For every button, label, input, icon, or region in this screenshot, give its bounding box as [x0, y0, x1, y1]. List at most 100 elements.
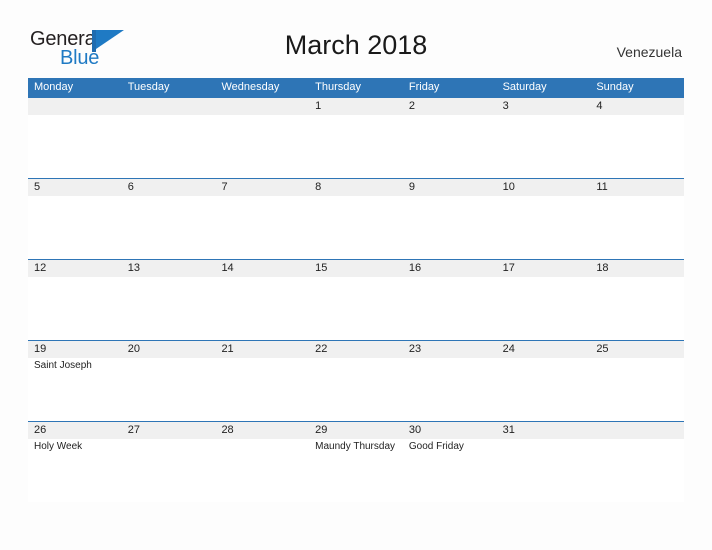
day-number: 30: [408, 424, 422, 436]
day-event: [315, 277, 403, 278]
day-event: Good Friday: [408, 441, 464, 452]
day-number: 2: [408, 100, 415, 112]
day-cell[interactable]: 10: [497, 179, 591, 259]
day-cell[interactable]: 1: [309, 98, 403, 178]
day-event: [503, 358, 591, 359]
day-cell[interactable]: 24: [497, 341, 591, 421]
day-number: 12: [34, 262, 47, 274]
day-cell[interactable]: 7: [215, 179, 309, 259]
day-event: [409, 115, 497, 116]
day-cell[interactable]: 4: [590, 98, 684, 178]
day-event: [596, 439, 684, 440]
day-event: [221, 277, 309, 278]
day-number: 15: [315, 262, 328, 274]
day-number: 13: [127, 262, 140, 274]
day-cell[interactable]: 16: [403, 260, 497, 340]
day-number: 1: [315, 100, 322, 112]
day-event: [221, 439, 309, 440]
day-cell[interactable]: 18: [590, 260, 684, 340]
day-number: 16: [408, 262, 422, 274]
day-number: 11: [596, 181, 608, 193]
day-event: [596, 115, 684, 116]
day-cell[interactable]: 5: [28, 179, 122, 259]
day-event: [128, 358, 216, 359]
day-number: 14: [221, 262, 234, 274]
day-event: [34, 115, 122, 116]
day-cell[interactable]: 21: [215, 341, 309, 421]
day-event: [409, 196, 497, 197]
day-number: 8: [315, 181, 322, 193]
day-number: 28: [221, 424, 234, 436]
weekday-header-friday: Friday: [408, 81, 440, 93]
calendar-week-row: 1 2 3 4: [28, 97, 684, 178]
day-cell[interactable]: 27: [122, 422, 216, 502]
day-number: 6: [127, 181, 134, 193]
day-event: [34, 277, 122, 278]
weekday-header-wednesday: Wednesday: [221, 81, 280, 93]
calendar-week-row: 12 13 14 15 16 17 18: [28, 259, 684, 340]
day-number: 4: [596, 100, 603, 112]
calendar-week-row: 5 6 7 8 9 10 11: [28, 178, 684, 259]
day-cell[interactable]: [28, 98, 122, 178]
day-cell[interactable]: 20: [122, 341, 216, 421]
day-cell[interactable]: 30 Good Friday: [403, 422, 497, 502]
day-number: 7: [221, 181, 228, 193]
day-number: 18: [596, 262, 609, 274]
day-event: [34, 196, 122, 197]
day-event: [596, 358, 684, 359]
day-cell[interactable]: [215, 98, 309, 178]
day-event: [503, 115, 591, 116]
weekday-header-monday: Monday: [34, 81, 74, 93]
day-cell[interactable]: 15: [309, 260, 403, 340]
day-cell[interactable]: 31: [497, 422, 591, 502]
day-cell[interactable]: 2: [403, 98, 497, 178]
day-cell[interactable]: 22: [309, 341, 403, 421]
day-cell[interactable]: [122, 98, 216, 178]
day-cell[interactable]: 13: [122, 260, 216, 340]
day-number: 10: [502, 181, 515, 193]
day-number: 31: [502, 424, 515, 436]
day-event: [315, 115, 403, 116]
day-number: 19: [34, 343, 47, 355]
day-cell[interactable]: 29 Maundy Thursday: [309, 422, 403, 502]
day-cell[interactable]: 6: [122, 179, 216, 259]
day-cell[interactable]: 28: [215, 422, 309, 502]
day-event: [503, 277, 591, 278]
day-cell[interactable]: 23: [403, 341, 497, 421]
day-event: [221, 115, 309, 116]
day-cell[interactable]: 3: [497, 98, 591, 178]
day-cell[interactable]: 26 Holy Week: [28, 422, 122, 502]
day-number: 23: [408, 343, 422, 355]
day-event: [503, 196, 591, 197]
weekday-header-saturday: Saturday: [502, 81, 547, 93]
day-cell[interactable]: 17: [497, 260, 591, 340]
weekday-header-sunday: Sunday: [596, 81, 634, 93]
day-cell[interactable]: 14: [215, 260, 309, 340]
day-number: 26: [34, 424, 47, 436]
day-cell[interactable]: 9: [403, 179, 497, 259]
day-event: [221, 196, 309, 197]
day-cell[interactable]: 12: [28, 260, 122, 340]
day-event: [409, 277, 497, 278]
day-event: [221, 358, 309, 359]
day-event: [128, 277, 216, 278]
day-event: [315, 358, 403, 359]
day-event: Maundy Thursday: [315, 441, 396, 452]
day-cell[interactable]: 11: [590, 179, 684, 259]
day-cell[interactable]: 25: [590, 341, 684, 421]
calendar-page: General Blue March 2018 Venezuela Monday…: [0, 0, 712, 550]
day-number: 22: [315, 343, 328, 355]
day-cell[interactable]: 19 Saint Joseph: [28, 341, 122, 421]
day-number: 3: [502, 100, 509, 112]
day-number: 17: [502, 262, 515, 274]
day-cell[interactable]: [590, 422, 684, 502]
day-event: [596, 196, 684, 197]
weekday-header-row: Monday Tuesday Wednesday Thursday Friday…: [28, 78, 684, 97]
day-number: 21: [221, 343, 234, 355]
day-event: [128, 115, 216, 116]
day-event: Holy Week: [34, 441, 83, 452]
calendar-week-row: 19 Saint Joseph 20 21 22 23 24 25: [28, 340, 684, 421]
day-cell[interactable]: 8: [309, 179, 403, 259]
day-event: [128, 196, 216, 197]
day-number: 9: [408, 181, 415, 193]
